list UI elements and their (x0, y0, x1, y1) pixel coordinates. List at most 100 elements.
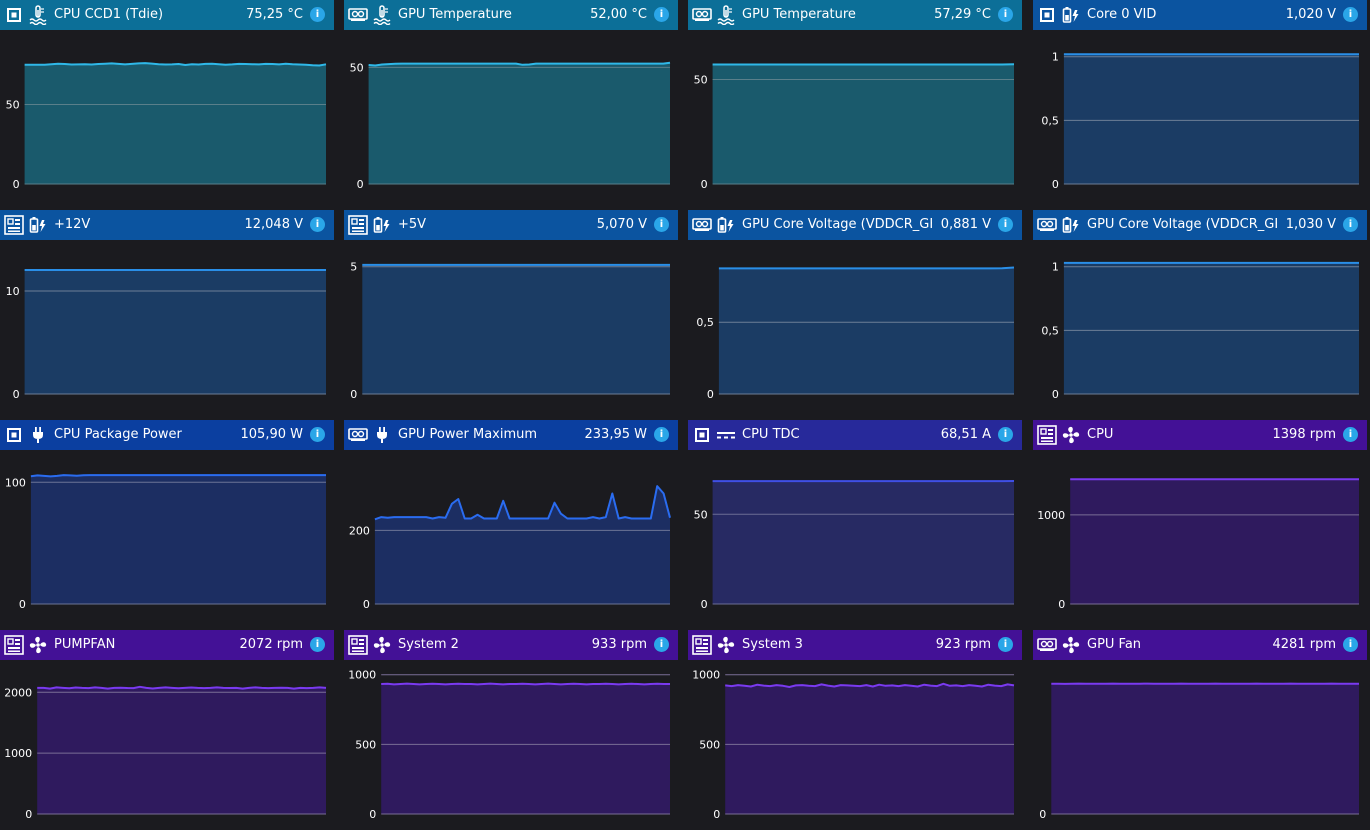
motherboard-icon (347, 210, 369, 240)
info-icon[interactable]: i (654, 637, 669, 652)
sensor-panel[interactable]: GPU Core Voltage (VDDCR_GFX)1,030 Vi00,5… (1033, 210, 1367, 410)
sensor-name: GPU Temperature (398, 0, 588, 30)
series-line (37, 687, 326, 689)
info-icon[interactable]: i (310, 637, 325, 652)
sensor-name: CPU TDC (742, 420, 932, 450)
sensor-panel[interactable]: System 2933 rpmi05001000 (344, 630, 678, 830)
y-tick-label: 1 (1052, 51, 1059, 64)
sensor-panel[interactable]: GPU Power Maximum233,95 Wi0200 (344, 420, 678, 620)
series-area (25, 63, 326, 184)
current-icon (715, 420, 737, 450)
sensor-panel[interactable]: PUMPFAN2072 rpmi010002000 (0, 630, 334, 830)
info-icon[interactable]: i (654, 427, 669, 442)
graphics-card-icon (1036, 210, 1058, 240)
sensor-value: 1,020 V (1282, 0, 1336, 30)
sensor-panel-header: Core 0 VID1,020 Vi (1033, 0, 1367, 30)
series-area (381, 684, 670, 814)
sensor-panel-header: CPU Package Power105,90 W i (0, 420, 334, 450)
sensor-value: 57,29 °C (930, 0, 991, 30)
sensor-chart: 05001000 (688, 660, 1022, 830)
sensor-panel[interactable]: CPU TDC68,51 A i 0 50 (688, 420, 1022, 620)
y-tick-label: 0,5 (1041, 324, 1059, 337)
info-icon[interactable]: i (654, 217, 669, 232)
battery-bolt-icon (715, 210, 737, 240)
sensor-panel-header: GPU Core Voltage (VDDCR_GFX)1,030 Vi (1033, 210, 1367, 240)
series-area (1064, 54, 1359, 184)
sensor-panel[interactable]: CPU CCD1 (Tdie)75,25 °Ci050 (0, 0, 334, 200)
sensor-panel[interactable]: System 3923 rpmi05001000 (688, 630, 1022, 830)
series-area (1064, 263, 1359, 394)
y-tick-label: 0 (707, 388, 714, 401)
fan-icon (1060, 420, 1082, 450)
y-tick-label: 0 (1052, 178, 1059, 191)
info-icon[interactable]: i (998, 217, 1013, 232)
sensor-panel[interactable]: GPU Fan4281 rpmi0 (1033, 630, 1367, 830)
power-plug-icon (27, 420, 49, 450)
sensor-chart: 0 (1033, 660, 1367, 830)
sensor-value: 52,00 °C (586, 0, 647, 30)
sensor-name: CPU CCD1 (Tdie) (54, 0, 244, 30)
fan-icon (371, 630, 393, 660)
sensor-name: PUMPFAN (54, 630, 244, 660)
sensor-panel[interactable]: GPU Core Voltage (VDDCR_GFX)0,881 Vi00,5 (688, 210, 1022, 410)
y-tick-label: 0 (350, 388, 357, 401)
sensor-panel[interactable]: +12V12,048 Vi010 (0, 210, 334, 410)
sensor-name: GPU Power Maximum (398, 420, 588, 450)
info-icon[interactable]: i (310, 217, 325, 232)
sensor-value: 1,030 V (1282, 210, 1336, 240)
sensor-panel[interactable]: GPU Temperature57,29 °Ci050 (688, 0, 1022, 200)
y-tick-label: 50 (6, 98, 20, 111)
sensor-panel-header: GPU Power Maximum233,95 Wi (344, 420, 678, 450)
sensor-name: CPU Package Power (54, 420, 244, 450)
y-tick-label: 0 (13, 178, 20, 191)
y-tick-label: 50 (694, 508, 708, 521)
series-area (719, 268, 1014, 395)
y-tick-label: 1000 (348, 669, 376, 682)
info-icon[interactable]: i (1343, 7, 1358, 22)
fan-icon (715, 630, 737, 660)
sensor-name: System 3 (742, 630, 932, 660)
sensor-value: 68,51 A (937, 420, 991, 450)
cpu-chip-icon (3, 0, 25, 30)
y-tick-label: 1000 (1037, 509, 1065, 522)
info-icon[interactable]: i (654, 7, 669, 22)
info-icon[interactable]: i (310, 7, 325, 22)
battery-bolt-icon (1060, 0, 1082, 30)
sensor-chart: 00,5 (688, 240, 1022, 410)
sensor-panel-header: +5V5,070 Vi (344, 210, 678, 240)
thermometer-icon (27, 0, 49, 30)
y-tick-label: 0 (1058, 598, 1065, 611)
sensor-panel-header: GPU Temperature52,00 °C i (344, 0, 678, 30)
battery-bolt-icon (1060, 210, 1082, 240)
info-icon[interactable]: i (1343, 637, 1358, 652)
sensor-name: +5V (398, 210, 588, 240)
info-icon[interactable]: i (310, 427, 325, 442)
sensor-panel[interactable]: GPU Temperature52,00 °Ci050 (344, 0, 678, 200)
sensor-panel[interactable]: CPU1398 rpmi01000 (1033, 420, 1367, 620)
motherboard-gpu-icon (347, 0, 369, 30)
sensor-value: 933 rpm (588, 630, 647, 660)
sensor-panel[interactable]: +5V5,070 Vi05 (344, 210, 678, 410)
y-tick-label: 0 (701, 598, 708, 611)
info-icon[interactable]: i (998, 637, 1013, 652)
sensor-chart: 0100 (0, 450, 334, 620)
sensor-chart: 050 (688, 30, 1022, 200)
info-icon[interactable]: i (1343, 217, 1358, 232)
sensor-panel[interactable]: Core 0 VID1,020 Vi00,51 (1033, 0, 1367, 200)
motherboard-icon (1036, 420, 1058, 450)
info-icon[interactable]: i (998, 7, 1013, 22)
y-tick-label: 10 (6, 285, 20, 298)
info-icon[interactable]: i (998, 427, 1013, 442)
graphics-card-icon (1036, 630, 1058, 660)
sensor-chart: 00,51 (1033, 30, 1367, 200)
series-line (381, 684, 670, 685)
sensor-panel-header: +12V12,048 Vi (0, 210, 334, 240)
sensor-panel[interactable]: CPU Package Power105,90 W i 0100 (0, 420, 334, 620)
sensor-chart: 0 50 (688, 450, 1022, 620)
info-icon[interactable]: i (1343, 427, 1358, 442)
sensor-name: GPU Core Voltage (VDDCR_GFX) (742, 210, 932, 240)
sensor-value: 105,90 W (237, 420, 303, 450)
power-plug-icon (371, 420, 393, 450)
sensor-chart: 05001000 (344, 660, 678, 830)
sensor-panel-header: System 3923 rpmi (688, 630, 1022, 660)
